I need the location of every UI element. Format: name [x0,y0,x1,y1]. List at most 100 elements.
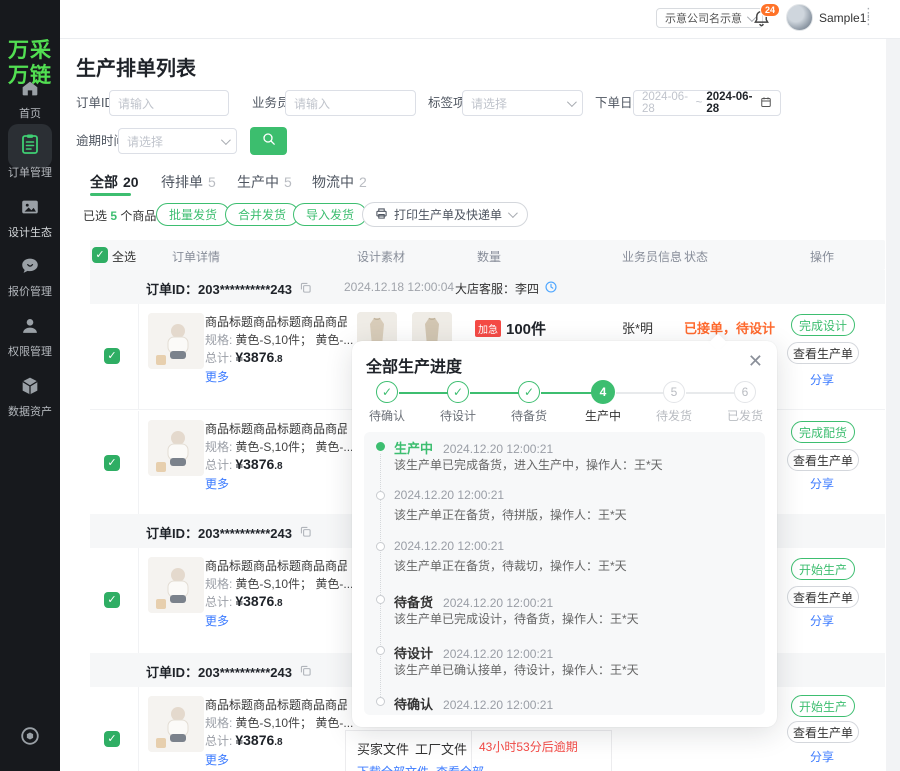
product-title[interactable]: 商品标题商品标题商品商品... [205,420,347,437]
step-label: 已发货 [715,407,775,424]
quantity-cell: 加急 100件 [475,318,546,339]
tab-pending-schedule[interactable]: 待排单5 [161,172,216,192]
step-done-icon: ✓ [447,381,469,403]
row-checkbox[interactable]: ✓ [104,731,120,747]
search-button[interactable] [250,127,287,155]
row-checkbox[interactable]: ✓ [104,455,120,471]
step-future: 6 [734,381,756,403]
timeline-dot-active [376,442,385,451]
timeline-entry-head: 生产中2024.12.20 12:00:21 [394,438,553,457]
row-checkbox[interactable]: ✓ [104,348,120,364]
sidebar-settings[interactable] [0,722,60,750]
progress-timeline[interactable]: 生产中2024.12.20 12:00:21 该生产单已完成备货，进入生产中，操… [364,432,765,715]
sidebar-item-data-assets[interactable]: 数据资产 [0,372,60,419]
company-name: 示意公司名示意 [665,10,742,26]
order-id-input[interactable]: 请输入 [109,90,229,116]
product-image[interactable] [148,557,204,613]
search-icon [261,131,277,152]
tab-all[interactable]: 全部20 [90,172,139,192]
select-all-checkbox[interactable]: ✓ [92,247,108,263]
overdue-select[interactable]: 请选择 [118,128,237,154]
view-all-link[interactable]: 查看全部 [436,763,484,771]
view-production-order-button[interactable]: 查看生产单 [787,721,859,743]
overdue-countdown: 43小时53分后逾期 [479,738,578,755]
product-image[interactable] [148,420,204,476]
step-label: 待设计 [428,407,488,424]
tag-select[interactable]: 请选择 [462,90,583,116]
share-link[interactable]: 分享 [810,612,834,629]
row-checkbox[interactable]: ✓ [104,592,120,608]
sidebar-item-permissions[interactable]: 权限管理 [0,312,60,359]
share-link[interactable]: 分享 [810,748,834,765]
chat-icon [0,252,60,280]
timeline-dot [376,595,385,604]
start-production-button[interactable]: 开始生产 [791,558,855,580]
timeline-entry-desc: 该生产单正在备货，待拼版，操作人：王*天 [394,506,627,523]
close-icon[interactable]: ✕ [748,351,763,371]
tab-in-production[interactable]: 生产中5 [237,172,292,192]
app-root: 万采 万链 首页 订单管理 设计生态 报价管理 [0,0,900,771]
sidebar-item-quotes[interactable]: 报价管理 [0,252,60,299]
date-separator: ~ [696,97,703,109]
sidebar-item-home[interactable]: 首页 [0,74,60,121]
more-link[interactable]: 更多 [205,612,229,629]
sidebar-item-design[interactable]: 设计生态 [0,193,60,240]
order-id: 订单ID：203**********243 [146,523,312,542]
download-all-files-link[interactable]: 下载全部文件 [357,763,429,771]
share-link[interactable]: 分享 [810,371,834,388]
topbar: 示意公司名示意 24 Sample1 ⋮⋮ [60,0,900,39]
step-done-icon: ✓ [518,381,540,403]
buyer-files-tab[interactable]: 买家文件 [357,739,409,758]
date-end: 2024-06-28 [706,91,756,115]
tab-in-logistics[interactable]: 物流中2 [312,172,367,192]
service-clock-icon[interactable] [544,280,558,297]
table-header: ✓ 全选 订单详情 设计素材 数量 业务员信息 状态 操作 [90,240,885,270]
print-orders-button[interactable]: 打印生产单及快递单 [362,202,528,227]
salesman-label: 业务员 [252,90,290,116]
share-link[interactable]: 分享 [810,475,834,492]
avatar[interactable] [786,4,813,31]
view-production-order-button[interactable]: 查看生产单 [787,342,859,364]
copy-icon[interactable] [299,525,312,541]
image-icon [0,193,60,221]
factory-files-tab[interactable]: 工厂文件 [415,739,467,758]
start-production-button[interactable]: 开始生产 [791,695,855,717]
product-total: 总计:¥3876.8 [205,349,283,366]
finish-allocation-button[interactable]: 完成配货 [791,421,855,443]
status-text[interactable]: 已接单，待设计 [684,318,775,337]
timeline-entry-head: 待备货2024.12.20 12:00:21 [394,592,553,611]
product-total: 总计:¥3876.8 [205,456,283,473]
product-image[interactable] [148,313,204,369]
product-image[interactable] [148,696,204,752]
view-production-order-button[interactable]: 查看生产单 [787,449,859,471]
finish-design-button[interactable]: 完成设计 [791,314,855,336]
col-status: 状态 [684,248,708,265]
chevron-down-icon [508,208,518,218]
product-title[interactable]: 商品标题商品标题商品商品... [205,696,347,713]
logo-line1: 万采 [0,38,60,63]
more-menu-icon[interactable]: ⋮⋮ [862,9,872,23]
salesman-input[interactable]: 请输入 [285,90,416,116]
copy-icon[interactable] [299,281,312,297]
page-title: 生产排单列表 [76,52,196,81]
batch-ship-button[interactable]: 批量发货 [156,203,230,226]
import-ship-button[interactable]: 导入发货 [293,203,367,226]
product-title[interactable]: 商品标题商品标题商品商品... [205,557,347,574]
urgent-badge: 加急 [475,320,501,337]
timeline-dot [376,697,385,706]
step-future: 5 [663,381,685,403]
date-start: 2024-06-28 [642,91,692,115]
date-range-picker[interactable]: 2024-06-28 ~ 2024-06-28 [633,90,781,116]
more-link[interactable]: 更多 [205,751,229,768]
select-all-label: 全选 [112,248,136,265]
company-selector[interactable]: 示意公司名示意 [656,8,763,28]
placeholder: 请选择 [471,95,507,112]
more-link[interactable]: 更多 [205,368,229,385]
more-link[interactable]: 更多 [205,475,229,492]
merge-ship-button[interactable]: 合并发货 [225,203,299,226]
col-order-details: 订单详情 [172,248,220,265]
view-production-order-button[interactable]: 查看生产单 [787,586,859,608]
copy-icon[interactable] [299,664,312,680]
sidebar-item-orders-label[interactable]: 订单管理 [0,161,60,180]
product-title[interactable]: 商品标题商品标题商品商品... [205,313,347,330]
